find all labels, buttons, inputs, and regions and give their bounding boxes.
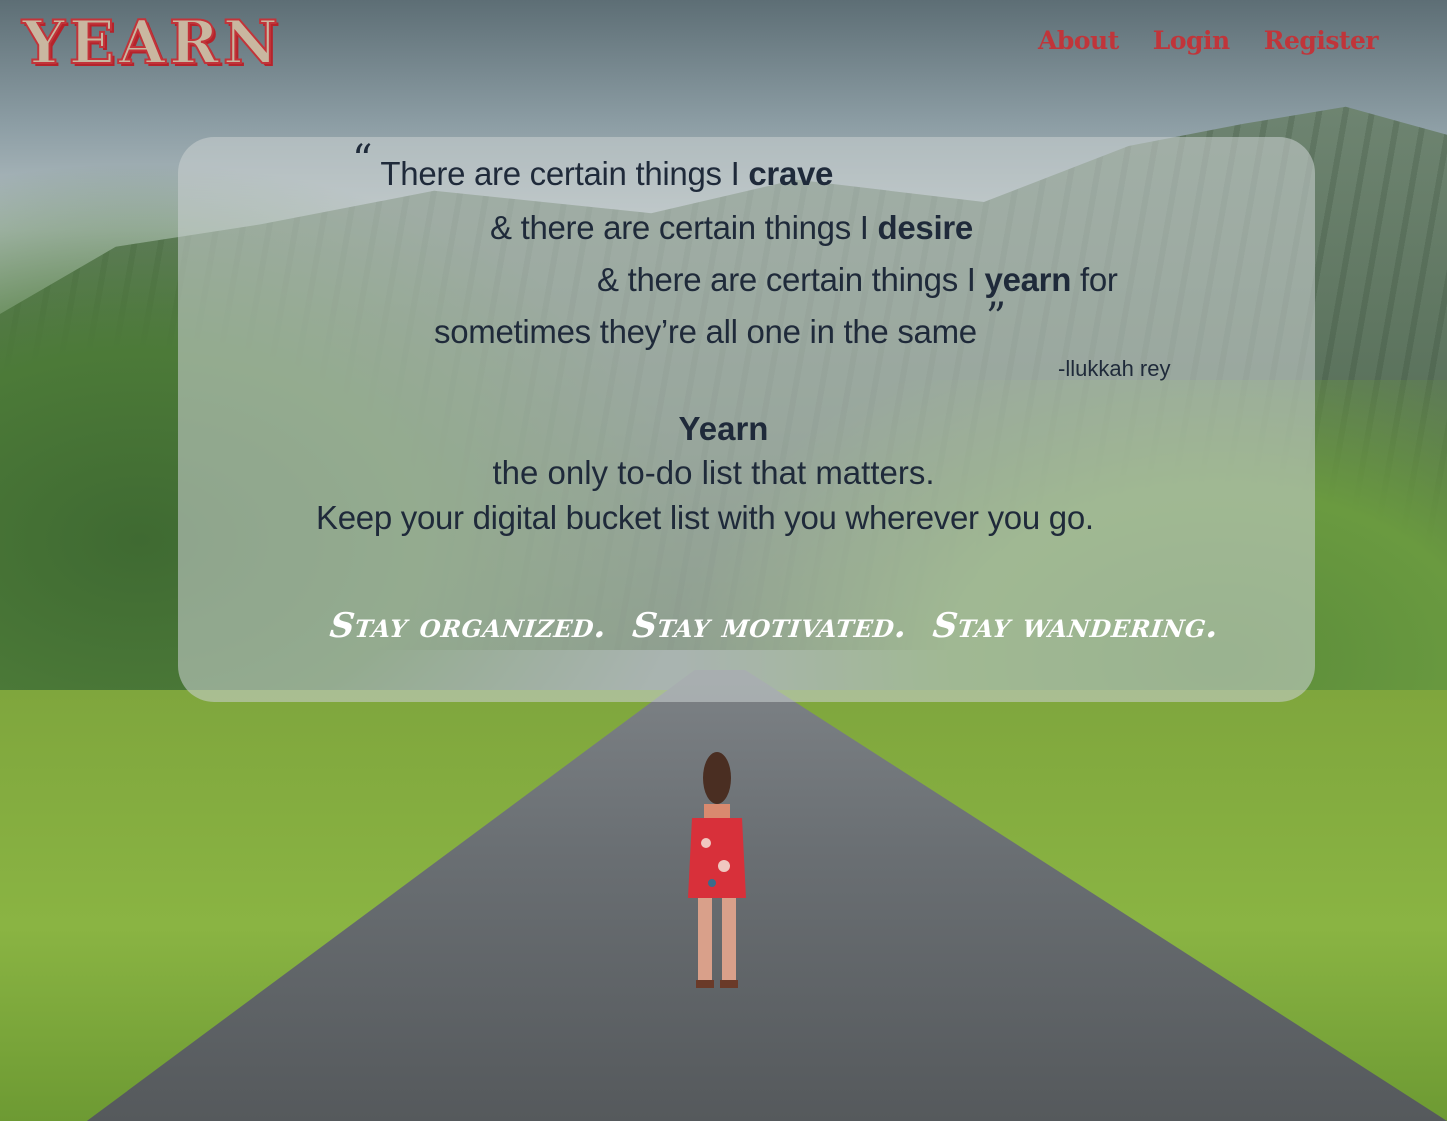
quote-line-1-text: There are certain things I — [372, 155, 749, 192]
nav-register-link[interactable]: Register — [1264, 26, 1379, 56]
quote-line-4: sometimes they’re all one in the same ” — [434, 298, 1006, 352]
quote-line-3-text: & there are certain things I — [597, 261, 985, 298]
open-quote-mark: “ — [352, 137, 373, 183]
slogan-wandering: Stay wandering. — [930, 606, 1221, 646]
walker-figure — [688, 752, 746, 988]
intro-description: Keep your digital bucket list with you w… — [316, 499, 1094, 536]
quote-word-crave: crave — [748, 155, 834, 192]
quote-line-4-text: sometimes they’re all one in the same — [434, 313, 986, 350]
quote-author: -llukkah rey — [1058, 356, 1171, 381]
close-quote-mark: ” — [985, 295, 1006, 341]
quote-line-3-suffix: for — [1071, 261, 1118, 298]
nav-about-link[interactable]: About — [1038, 26, 1119, 56]
logo[interactable]: YEARN — [21, 11, 282, 75]
intro-tagline: the only to-do list that matters. — [492, 454, 935, 491]
quote-line-2: & there are certain things I desire — [490, 208, 973, 248]
nav-login-link[interactable]: Login — [1153, 26, 1230, 56]
quote-line-1: “ There are certain things I crave — [352, 140, 834, 194]
quote-line-2-text: & there are certain things I — [490, 209, 878, 246]
slogan-organized: Stay organized. — [327, 606, 609, 646]
quote-word-yearn: yearn — [984, 261, 1072, 298]
slogan-motivated: Stay motivated. — [630, 606, 910, 646]
slogan: Stay organized. Stay motivated. Stay wan… — [328, 606, 1221, 646]
main-nav: About Login Register — [1038, 26, 1379, 56]
quote-word-desire: desire — [877, 209, 974, 246]
quote-line-3: & there are certain things I yearn for — [597, 260, 1118, 300]
intro-title: Yearn — [678, 410, 769, 447]
